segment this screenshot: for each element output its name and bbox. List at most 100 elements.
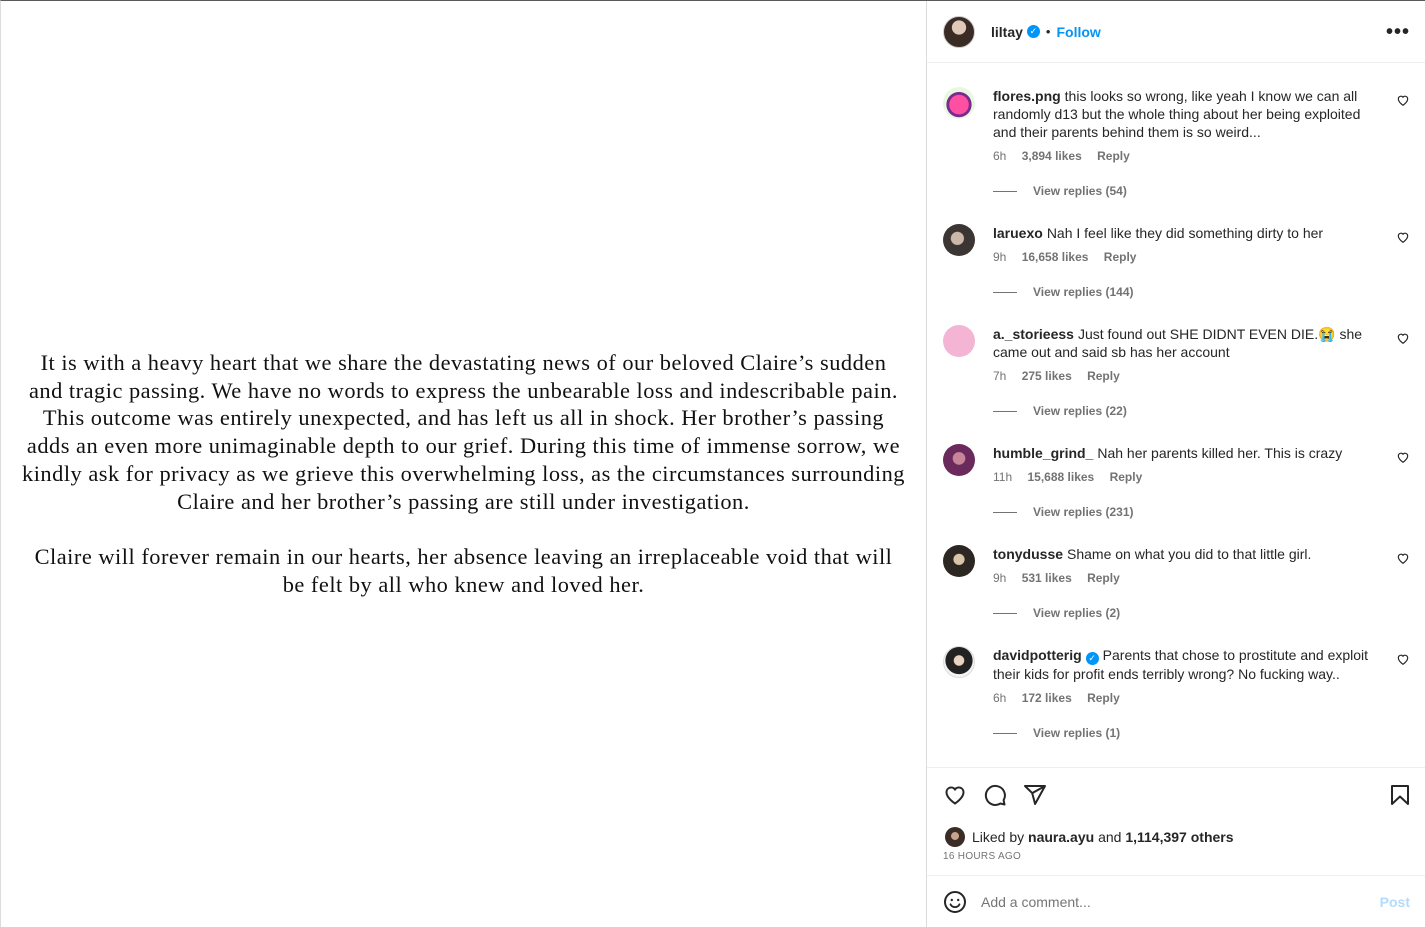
commenter-username[interactable]: humble_grind_ xyxy=(993,445,1093,461)
commenter-avatar[interactable] xyxy=(943,646,975,678)
comment-meta: 9h 16,658 likes Reply xyxy=(993,248,1376,266)
comment-time[interactable]: 6h xyxy=(993,149,1006,163)
view-replies-label: View replies (54) xyxy=(1033,184,1127,198)
comment-likes[interactable]: 172 likes xyxy=(1022,691,1072,705)
likes-prefix: Liked by xyxy=(972,829,1025,845)
post-side-panel: liltay ✓ • Follow ••• flores.png this loo… xyxy=(926,1,1425,927)
replies-line xyxy=(993,511,1017,513)
comment-text: Nah I feel like they did something dirty… xyxy=(1046,225,1324,241)
comment-text: Nah her parents killed her. This is craz… xyxy=(1097,445,1343,461)
post-media: It is with a heavy heart that we share t… xyxy=(1,1,926,927)
post-button[interactable]: Post xyxy=(1380,894,1410,910)
comment-meta: 7h 275 likes Reply xyxy=(993,367,1376,385)
post-actions: Liked by naura.ayu and 1,114,397 others … xyxy=(927,767,1425,875)
replies-line xyxy=(993,612,1017,614)
comment-time[interactable]: 6h xyxy=(993,691,1006,705)
comment-heart-icon[interactable] xyxy=(1396,93,1410,107)
commenter-avatar[interactable] xyxy=(943,444,975,476)
comment-heart-icon[interactable] xyxy=(1396,450,1410,464)
bookmark-icon[interactable] xyxy=(1388,783,1412,807)
replies-line xyxy=(993,410,1017,412)
replies-line xyxy=(993,190,1017,192)
commenter-username[interactable]: davidpotterig xyxy=(993,647,1082,663)
reply-button[interactable]: Reply xyxy=(1087,369,1120,383)
comment-likes[interactable]: 15,688 likes xyxy=(1027,470,1094,484)
header-separator: • xyxy=(1045,24,1051,39)
statement-paragraph-2: Claire will forever remain in our hearts… xyxy=(34,543,893,597)
more-icon[interactable]: ••• xyxy=(1386,21,1410,44)
statement-paragraph-1: It is with a heavy heart that we share t… xyxy=(22,350,905,514)
likes-middle: and xyxy=(1098,829,1122,845)
author-avatar[interactable] xyxy=(943,15,975,48)
author-username[interactable]: liltay xyxy=(991,24,1023,40)
post-header: liltay ✓ • Follow ••• xyxy=(927,1,1425,63)
view-replies-label: View replies (231) xyxy=(1033,505,1134,519)
comment-heart-icon[interactable] xyxy=(1396,652,1410,666)
commenter-avatar[interactable] xyxy=(943,325,975,357)
commenter-avatar[interactable] xyxy=(943,87,975,119)
view-replies-label: View replies (144) xyxy=(1033,285,1134,299)
commenter-username[interactable]: laruexo xyxy=(993,225,1043,241)
reply-button[interactable]: Reply xyxy=(1087,571,1120,585)
comment-meta: 9h 531 likes Reply xyxy=(993,569,1376,587)
likes-summary: Liked by naura.ayu and 1,114,397 others xyxy=(945,827,1234,847)
liker-avatar[interactable] xyxy=(945,827,965,847)
comment-meta: 6h 172 likes Reply xyxy=(993,689,1376,707)
reply-button[interactable]: Reply xyxy=(1110,470,1143,484)
view-replies-button[interactable]: View replies (22) xyxy=(993,400,1376,422)
view-replies-label: View replies (22) xyxy=(1033,404,1127,418)
comment-time[interactable]: 9h xyxy=(993,250,1006,264)
commenter-username[interactable]: flores.png xyxy=(993,88,1061,104)
view-replies-button[interactable]: View replies (1) xyxy=(993,722,1376,744)
view-replies-label: View replies (1) xyxy=(1033,726,1121,740)
replies-line xyxy=(993,291,1017,293)
comment-time[interactable]: 11h xyxy=(993,470,1012,484)
view-replies-button[interactable]: View replies (54) xyxy=(993,180,1376,202)
comment-text: Shame on what you did to that little gir… xyxy=(1067,546,1312,562)
follow-button[interactable]: Follow xyxy=(1056,24,1100,40)
post-timestamp[interactable]: 16 HOURS AGO xyxy=(943,851,1021,862)
post-statement-text: It is with a heavy heart that we share t… xyxy=(21,349,906,598)
reply-button[interactable]: Reply xyxy=(1104,250,1137,264)
commenter-username[interactable]: tonydusse xyxy=(993,546,1063,562)
comment-heart-icon[interactable] xyxy=(1396,331,1410,345)
post-dialog: It is with a heavy heart that we share t… xyxy=(0,0,1425,927)
commenter-username[interactable]: a._storieess xyxy=(993,326,1074,342)
comment-input[interactable] xyxy=(981,894,1380,910)
comment-likes[interactable]: 16,658 likes xyxy=(1022,250,1089,264)
comment-time[interactable]: 7h xyxy=(993,369,1006,383)
comment-composer: Post xyxy=(927,875,1425,927)
share-icon[interactable] xyxy=(1023,783,1047,807)
comment-heart-icon[interactable] xyxy=(1396,551,1410,565)
replies-line xyxy=(993,732,1017,734)
comment-item: tonydusse Shame on what you did to that l… xyxy=(943,545,1410,624)
comment-item: flores.png this looks so wrong, like yeah… xyxy=(943,87,1410,202)
comment-time[interactable]: 9h xyxy=(993,571,1006,585)
emoji-icon[interactable] xyxy=(943,890,967,914)
likes-count[interactable]: 1,114,397 others xyxy=(1125,829,1233,845)
comment-icon[interactable] xyxy=(983,783,1007,807)
view-replies-button[interactable]: View replies (231) xyxy=(993,501,1376,523)
comment-item: laruexo Nah I feel like they did somethin… xyxy=(943,224,1410,303)
liker-username[interactable]: naura.ayu xyxy=(1028,829,1094,845)
commenter-avatar[interactable] xyxy=(943,545,975,577)
reply-button[interactable]: Reply xyxy=(1097,149,1130,163)
comment-likes[interactable]: 3,894 likes xyxy=(1022,149,1082,163)
commenter-avatar[interactable] xyxy=(943,224,975,256)
comment-likes[interactable]: 275 likes xyxy=(1022,369,1072,383)
comment-item: humble_grind_ Nah her parents killed her.… xyxy=(943,444,1410,523)
heart-icon[interactable] xyxy=(943,783,967,807)
comment-meta: 6h 3,894 likes Reply xyxy=(993,147,1376,165)
comment-likes[interactable]: 531 likes xyxy=(1022,571,1072,585)
view-replies-button[interactable]: View replies (2) xyxy=(993,602,1376,624)
verified-icon: ✓ xyxy=(1085,652,1099,665)
comments-list[interactable]: flores.png this looks so wrong, like yeah… xyxy=(927,63,1425,766)
action-icons xyxy=(943,783,1412,809)
verified-icon: ✓ xyxy=(1026,25,1040,38)
view-replies-button[interactable]: View replies (144) xyxy=(993,281,1376,303)
comment-item: davidpotterig ✓ Parents that chose to pros… xyxy=(943,646,1410,744)
comment-heart-icon[interactable] xyxy=(1396,230,1410,244)
comment-item: a._storieess Just found out SHE DIDNT EVE… xyxy=(943,325,1410,422)
comment-meta: 11h 15,688 likes Reply xyxy=(993,468,1376,486)
reply-button[interactable]: Reply xyxy=(1087,691,1120,705)
